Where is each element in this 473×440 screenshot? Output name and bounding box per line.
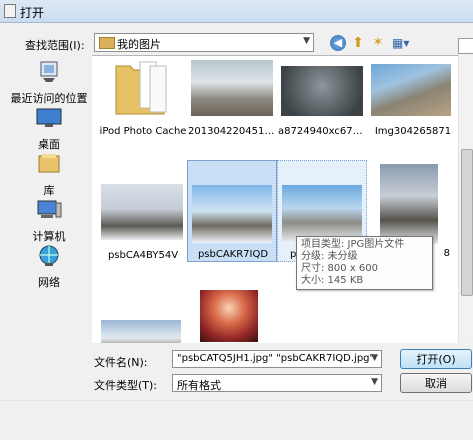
place-computer[interactable]: 计算机: [7, 198, 91, 244]
file-list[interactable]: iPod Photo Cache 20130422045114... a8724…: [92, 55, 458, 343]
image-thumbnail: [101, 184, 183, 240]
tooltip-rating: 分级: 未分级: [301, 251, 358, 262]
library-icon: [38, 154, 60, 173]
image-thumbnail: [192, 185, 272, 243]
image-thumbnail: [281, 66, 363, 116]
panel-edge: [458, 38, 473, 54]
tooltip-type: 项目类型: JPG图片文件: [301, 239, 405, 250]
filename-value: "psbCATQ5JH1.jpg" "psbCAKR7IQD.jpg": [177, 353, 375, 364]
filetype-value: 所有格式: [177, 379, 221, 392]
tooltip-dimensions: 尺寸: 800 x 600: [301, 263, 378, 274]
lookin-value: 我的图片: [117, 38, 161, 51]
divider: [0, 400, 473, 401]
places-bar: 最近访问的位置 桌面 库 计算机 网络: [7, 55, 91, 400]
place-library[interactable]: 库: [7, 152, 91, 198]
vertical-scrollbar[interactable]: [458, 55, 473, 342]
chevron-down-icon: ▼: [303, 36, 310, 46]
window-title: 打开: [20, 6, 45, 20]
filetype-dropdown[interactable]: 所有格式 ▼: [172, 374, 382, 392]
cancel-button[interactable]: 取消: [400, 373, 472, 393]
image-thumbnail: [101, 320, 181, 343]
chevron-down-icon: ▼: [371, 377, 378, 387]
file-name: Img304265871: [374, 126, 452, 137]
place-network[interactable]: 网络: [7, 244, 91, 290]
lookin-dropdown[interactable]: 我的图片 ▼: [94, 33, 314, 52]
file-item-selected[interactable]: psbCAKR7IQD: [187, 160, 277, 262]
new-folder-icon[interactable]: ✶: [370, 35, 386, 51]
filename-field[interactable]: "psbCATQ5JH1.jpg" "psbCAKR7IQD.jpg" ▼: [172, 350, 382, 368]
up-folder-icon[interactable]: ⬆: [350, 35, 366, 51]
place-label: 网络: [38, 276, 60, 289]
back-icon[interactable]: ◀: [330, 35, 346, 51]
filetype-label: 文件类型(T):: [94, 379, 158, 392]
title-bar: 打开: [0, 0, 473, 23]
place-label: 库: [43, 184, 55, 197]
network-icon: [39, 245, 59, 266]
image-thumbnail: [380, 164, 438, 244]
image-thumbnail: [371, 64, 451, 116]
document-icon: [4, 4, 16, 18]
chevron-down-icon[interactable]: ▼: [371, 353, 378, 363]
filename-label: 文件名(N):: [94, 356, 148, 369]
file-tooltip: 项目类型: JPG图片文件 分级: 未分级 尺寸: 800 x 600 大小: …: [296, 236, 433, 290]
view-menu-icon[interactable]: ▦▾: [392, 35, 410, 51]
image-thumbnail: [282, 185, 362, 243]
desktop-icon: [36, 108, 62, 127]
file-item[interactable]: [98, 306, 188, 343]
file-name: psbCA4BY54V: [107, 250, 179, 261]
image-thumbnail: [191, 60, 273, 116]
file-name: a8724940xc67462...: [278, 126, 368, 137]
file-item[interactable]: iPod Photo Cache: [98, 58, 188, 158]
open-button[interactable]: 打开(O): [400, 349, 472, 369]
place-desktop[interactable]: 桌面: [7, 106, 91, 152]
tooltip-size: 大小: 145 KB: [301, 275, 364, 286]
file-item[interactable]: a8724940xc67462...: [278, 58, 368, 158]
place-label: 桌面: [38, 138, 60, 151]
file-item[interactable]: Img304265871: [368, 58, 458, 158]
file-name: 20130422045114...: [188, 126, 278, 137]
file-item[interactable]: [188, 284, 278, 343]
computer-icon: [37, 200, 62, 218]
file-name: psbCAKR7IQD: [197, 249, 269, 260]
file-item[interactable]: 20130422045114...: [188, 58, 278, 158]
lookin-label: 查找范围(I):: [25, 39, 85, 52]
image-thumbnail: [200, 290, 258, 342]
file-item[interactable]: psbCA4BY54V: [98, 182, 188, 282]
folder-icon: [99, 37, 115, 49]
folder-icon: [115, 61, 167, 115]
recent-places-icon: [40, 61, 58, 82]
place-label: 计算机: [32, 230, 66, 243]
place-recent[interactable]: 最近访问的位置: [7, 60, 91, 106]
place-label: 最近访问的位置: [10, 92, 88, 105]
file-name: iPod Photo Cache: [99, 126, 187, 137]
scrollbar-thumb[interactable]: [461, 149, 473, 296]
